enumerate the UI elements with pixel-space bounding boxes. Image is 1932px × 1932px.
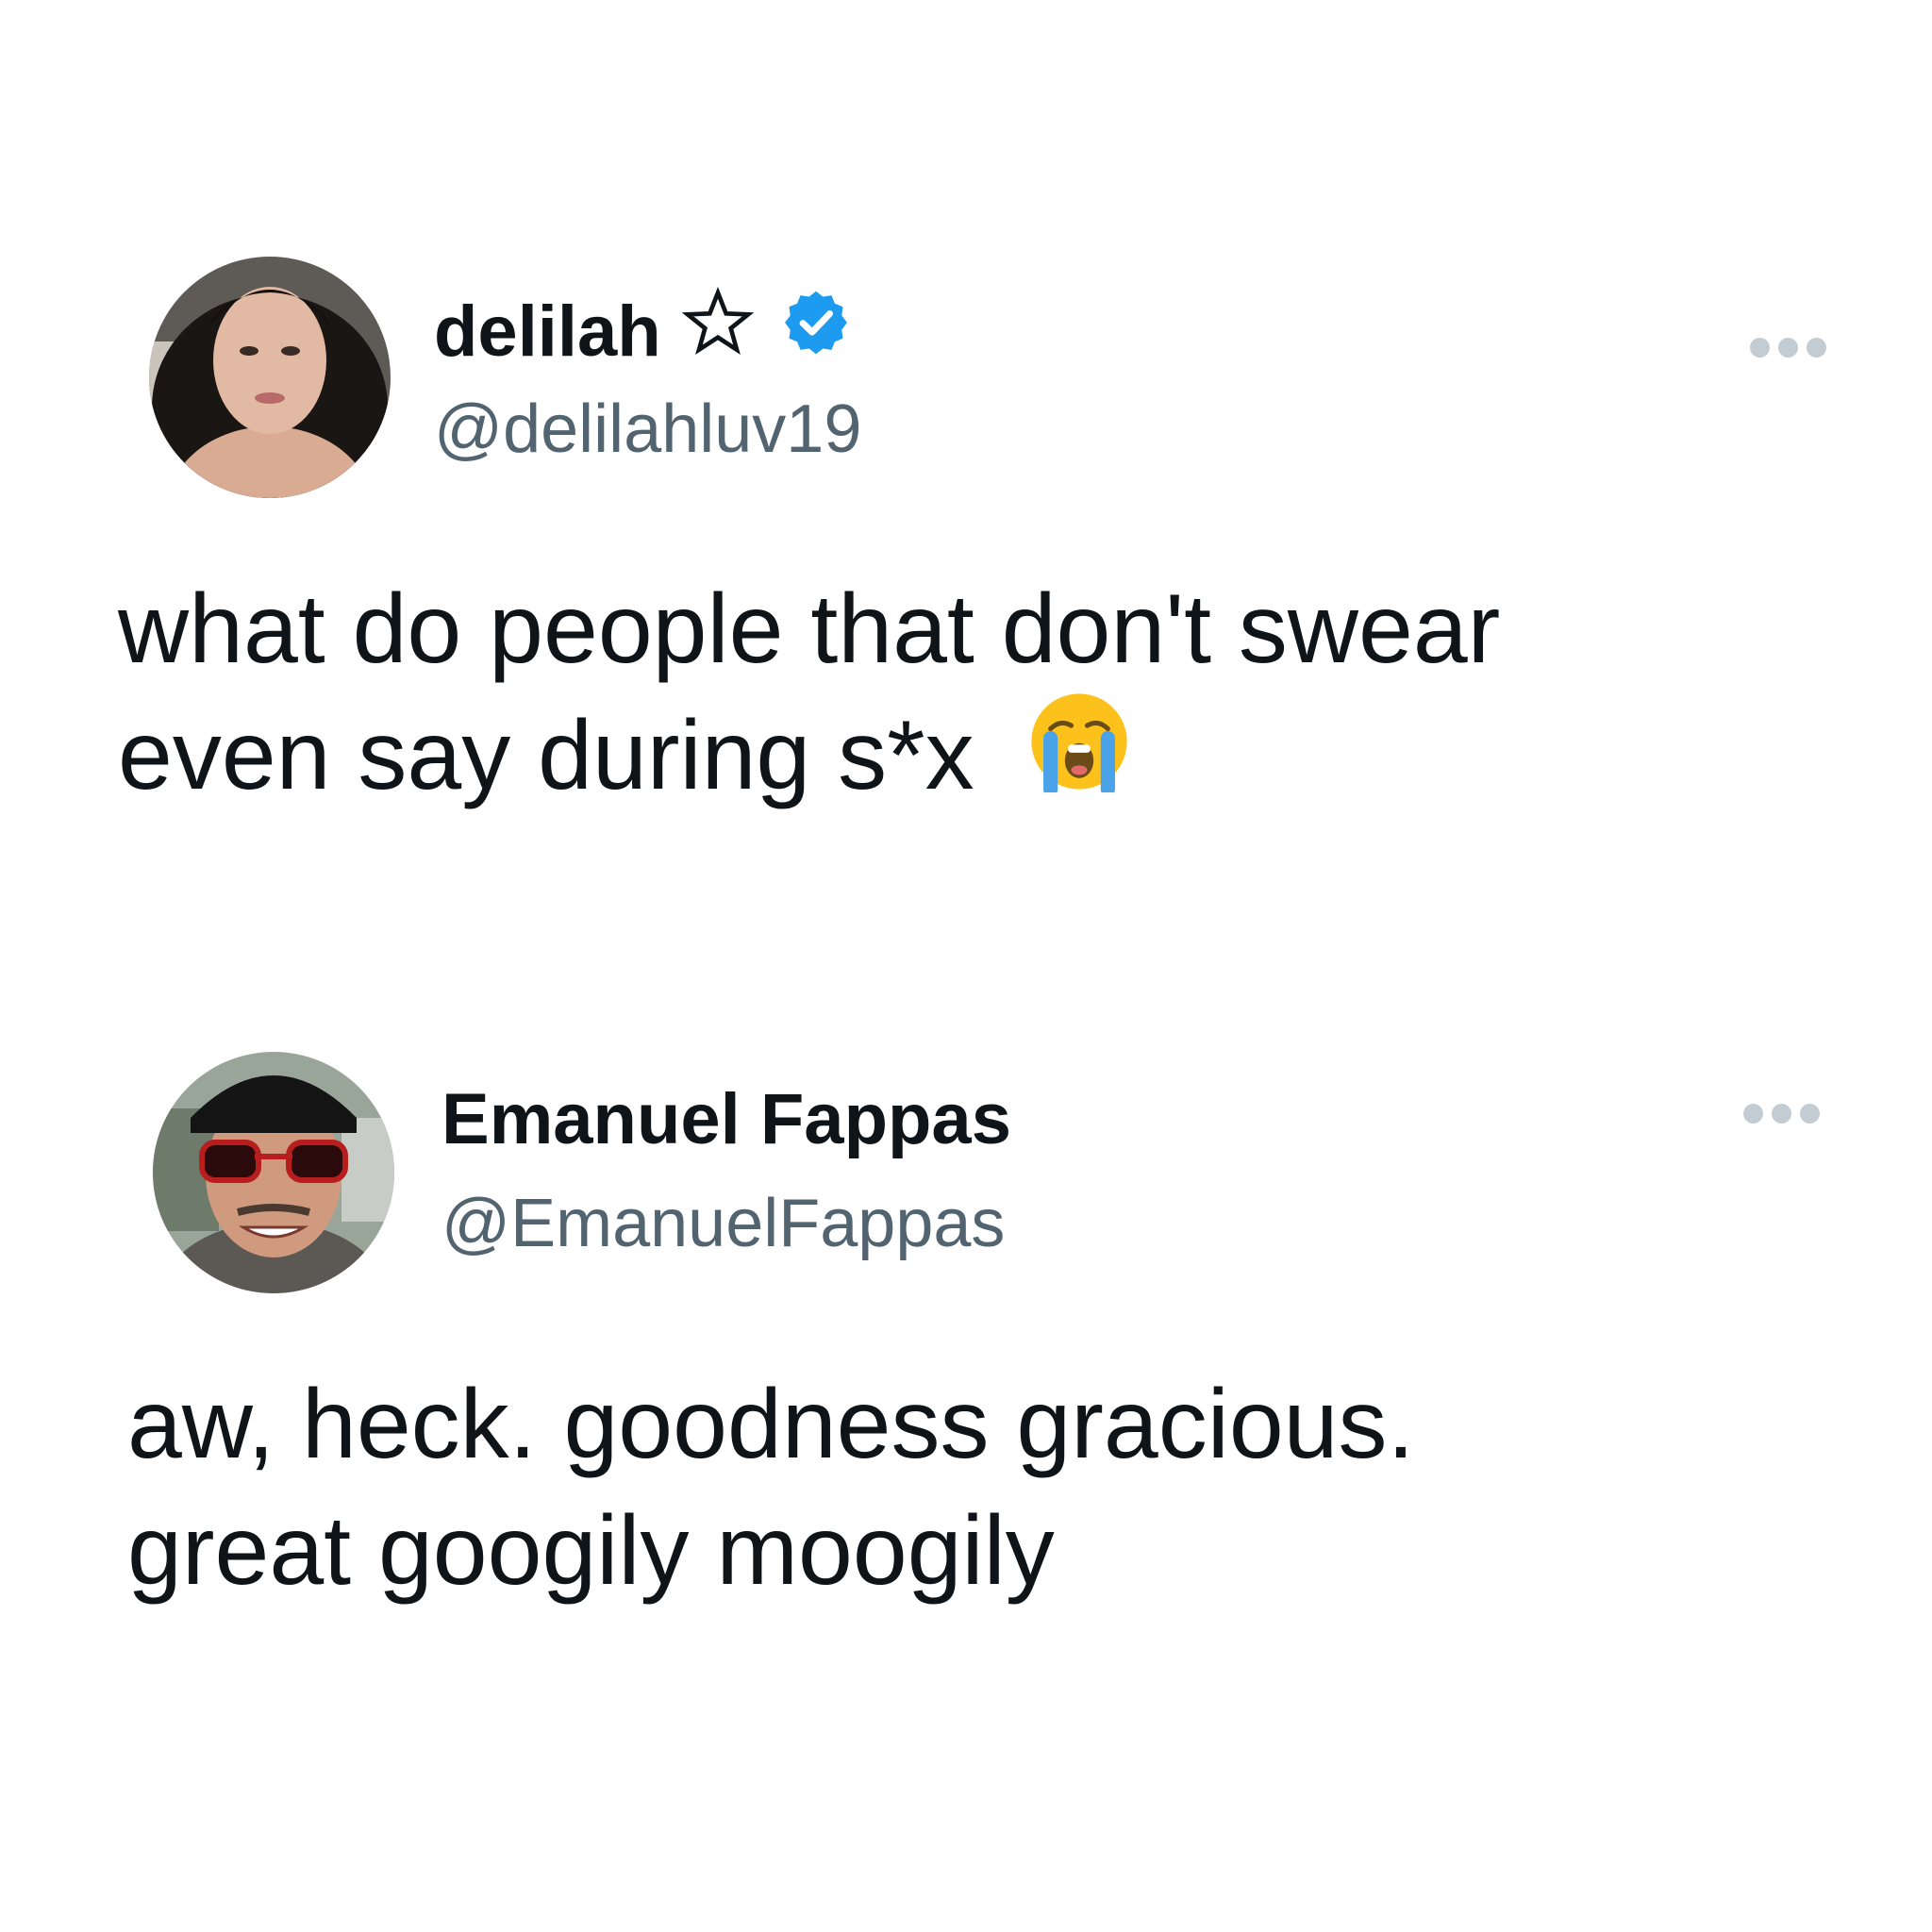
tweet-2: Emanuel Fappas @EmanuelFappas aw, heck. … [0, 0, 1932, 1932]
tweet-text-line-2: great googily moogily [127, 1496, 1055, 1606]
avatar[interactable] [153, 1052, 394, 1293]
avatar-photo-emanuel [153, 1052, 394, 1293]
tweet-text-line-1: aw, heck. goodness gracious. [127, 1370, 1415, 1479]
display-name-row: Emanuel Fappas [441, 1077, 1011, 1162]
tweet-text: aw, heck. goodness gracious. great googi… [127, 1361, 1414, 1614]
handle[interactable]: @EmanuelFappas [441, 1181, 1005, 1266]
dot [1743, 1104, 1763, 1124]
dot [1800, 1104, 1820, 1124]
dot [1772, 1104, 1791, 1124]
display-name[interactable]: Emanuel Fappas [441, 1077, 1011, 1162]
more-options-icon[interactable] [1743, 1104, 1820, 1124]
